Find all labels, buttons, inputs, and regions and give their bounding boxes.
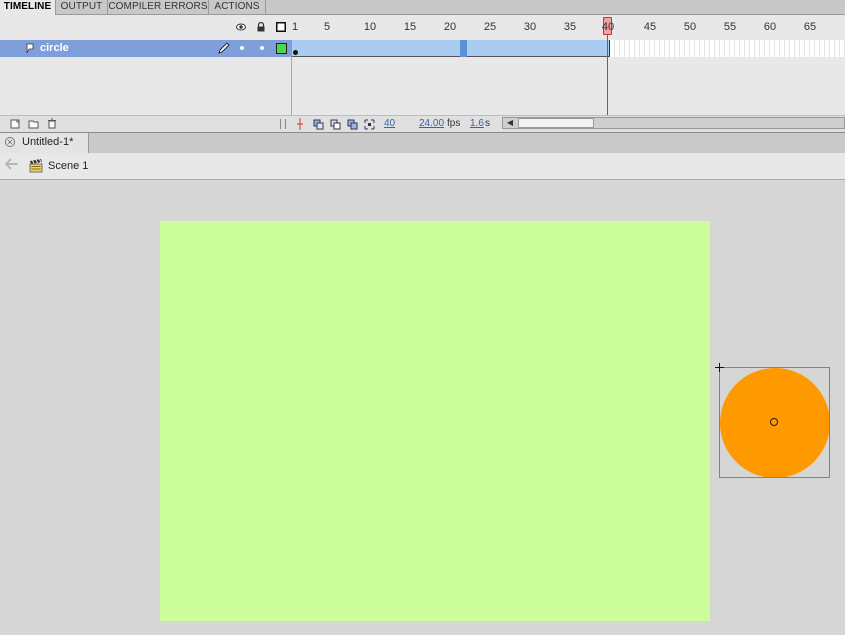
scene-label[interactable]: Scene 1 [48,160,88,172]
trash-icon[interactable] [47,118,57,129]
onion-skin-outlines-icon[interactable] [330,119,341,130]
frame-number: 45 [643,21,657,33]
lock-icon[interactable] [256,22,266,32]
pencil-icon [218,42,230,54]
stage[interactable] [160,221,710,621]
empty-frame-cells[interactable] [610,40,845,57]
frame-number: 20 [443,21,457,33]
frame-number: 25 [483,21,497,33]
registration-crosshair [719,363,720,372]
document-tab-bar: × Untitled-1* [0,132,845,154]
frame-number: 15 [403,21,417,33]
outline-color-swatch[interactable] [276,43,287,54]
frame-number: 35 [563,21,577,33]
timeline-panel: 1 5 10 15 20 25 30 35 45 50 55 60 65 cir… [0,15,845,133]
layer-row-circle[interactable]: circle [0,40,292,57]
playhead-line [607,25,608,118]
panel-resize-handle[interactable] [280,119,286,129]
frame-number-current: 40 [601,21,615,33]
document-title[interactable]: Untitled-1* [22,136,73,148]
layer-name[interactable]: circle [40,42,69,54]
frame-number: 55 [723,21,737,33]
elapsed-time-value[interactable]: 1.6 [470,118,484,129]
edit-bar: Scene 1 [0,153,845,180]
frame-number: 50 [683,21,697,33]
timeline-header: 1 5 10 15 20 25 30 35 45 50 55 60 65 [0,15,845,40]
fps-value[interactable]: 24.00 [419,118,444,129]
transformation-point[interactable] [770,418,778,426]
new-folder-icon[interactable] [28,119,39,129]
close-icon[interactable]: × [5,137,15,147]
lock-dot[interactable] [260,46,264,50]
back-arrow-icon[interactable] [5,158,19,170]
clapperboard-icon [29,159,43,173]
tab-output[interactable]: OUTPUT [56,0,108,14]
frame-number: 60 [763,21,777,33]
fps-unit: fps [447,118,461,129]
timeline-empty-area [0,57,845,115]
elapsed-time-unit: s [485,118,490,129]
frame-number: 65 [803,21,817,33]
center-frame-icon[interactable] [296,118,304,130]
layer-icon [26,43,34,54]
panel-tab-bar: TIMELINE OUTPUT COMPILER ERRORS ACTIONS [0,0,845,15]
new-layer-icon[interactable] [10,119,20,129]
onion-skin-icon[interactable] [313,119,324,130]
tab-actions[interactable]: ACTIONS [209,0,266,14]
edit-multiple-frames-icon[interactable] [347,119,358,130]
current-frame-value[interactable]: 40 [384,118,395,129]
keyframe-dot[interactable] [293,50,298,55]
scroll-left-arrow[interactable]: ◀ [504,118,516,128]
outline-icon[interactable] [276,22,286,32]
scrollbar-thumb[interactable] [518,118,594,128]
frame-number: 5 [323,21,331,33]
visibility-dot[interactable] [240,46,244,50]
selected-frame-block[interactable] [460,40,467,57]
modify-onion-markers-icon[interactable] [364,119,375,130]
frame-number: 1 [291,21,299,33]
frame-number: 10 [363,21,377,33]
tab-compiler-errors[interactable]: COMPILER ERRORS [108,0,209,14]
document-tab[interactable]: × Untitled-1* [0,133,89,153]
layer-frame-span[interactable] [292,40,610,57]
frame-number: 30 [523,21,537,33]
tab-timeline[interactable]: TIMELINE [0,0,56,15]
eye-icon[interactable] [236,22,246,32]
